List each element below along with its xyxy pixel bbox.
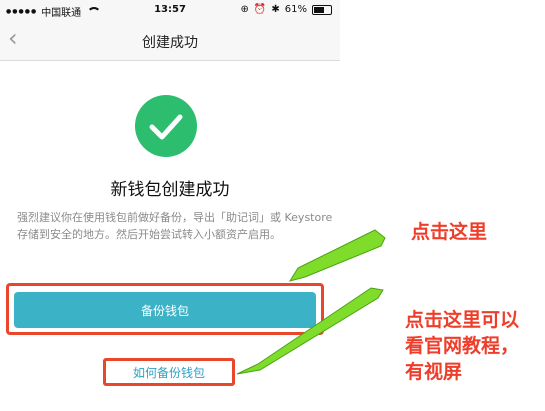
callout-line: 有视屏 <box>405 361 463 383</box>
callout-click-here: 点击这里 <box>411 221 488 243</box>
arrow-to-backup-button <box>288 229 386 282</box>
callout-line: 看官网教程， <box>405 335 520 357</box>
arrow-to-howto-link <box>236 287 384 375</box>
callout-line: 点击这里可以 <box>405 309 520 331</box>
callout-tutorial: 点击这里可以 看官网教程， 有视屏 <box>405 307 541 385</box>
